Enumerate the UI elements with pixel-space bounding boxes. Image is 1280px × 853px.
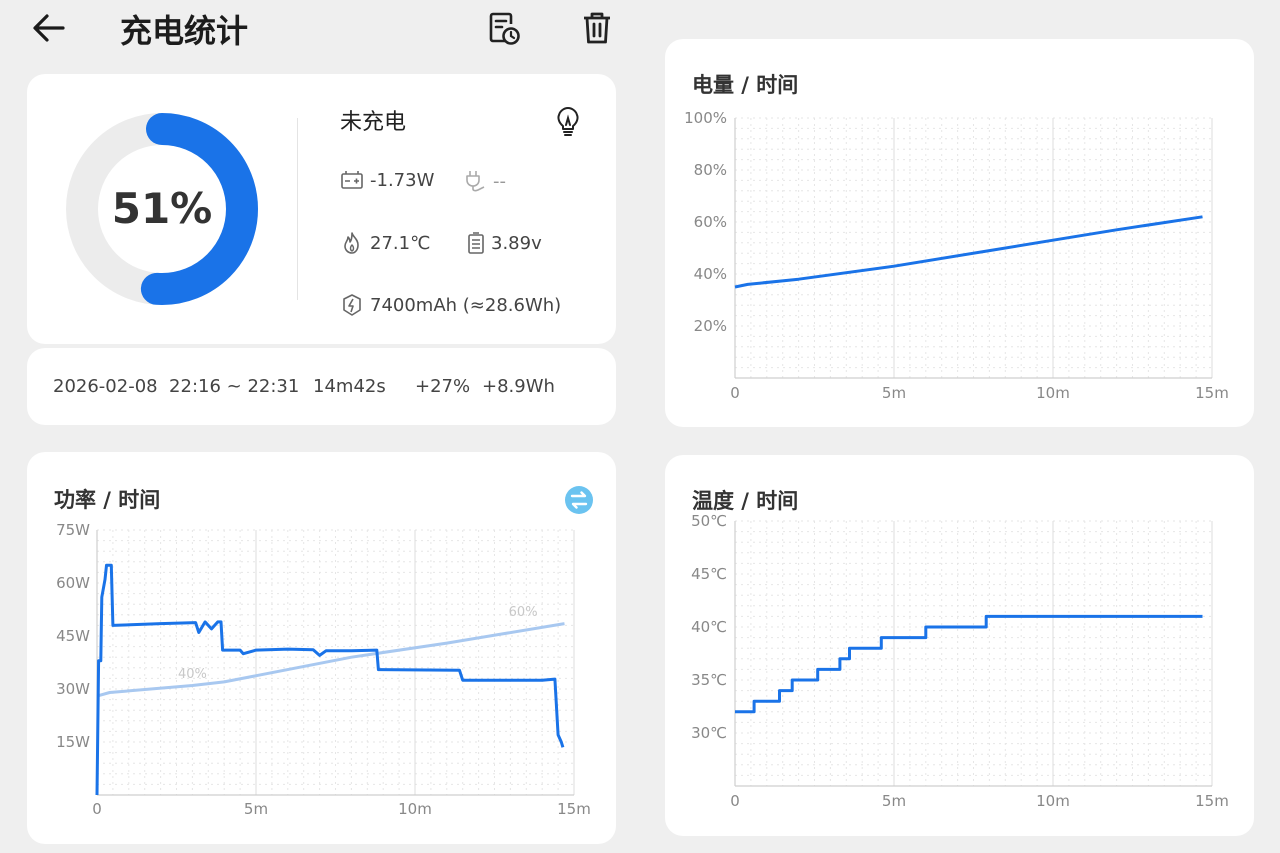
voltage-value: 3.89v — [491, 232, 542, 254]
arrow-left-icon — [33, 14, 65, 42]
x-tick-label: 0 — [92, 800, 102, 818]
delete-button[interactable] — [576, 8, 618, 48]
session-energy-gain: +8.9Wh — [482, 376, 555, 397]
divider — [297, 118, 298, 300]
y-tick-label: 50℃ — [691, 512, 727, 530]
y-tick-label: 15W — [56, 733, 90, 751]
x-tick-label: 5m — [244, 800, 268, 818]
power-chart: 75W 60W 45W 30W 15W 0 5m 10m 15m 40% 60% — [56, 521, 591, 818]
battery-chart: 100% 80% 60% 40% 20% 0 5m 10m 15m — [684, 109, 1229, 402]
y-tick-label: 30℃ — [691, 724, 727, 742]
power-value: -1.73W — [370, 169, 435, 191]
history-button[interactable] — [482, 8, 524, 48]
overlay-percent-label: 40% — [178, 667, 207, 682]
series-line — [96, 622, 565, 698]
x-tick-label: 0 — [730, 384, 740, 402]
voltage-stat: 3.89v — [467, 231, 542, 255]
y-tick-label: 80% — [694, 161, 727, 179]
y-tick-label: 60W — [56, 574, 90, 592]
document-clock-icon — [489, 12, 520, 45]
y-tick-label: 40℃ — [691, 618, 727, 636]
y-tick-label: 30W — [56, 680, 90, 698]
capacity-icon — [343, 294, 361, 316]
x-tick-label: 10m — [398, 800, 432, 818]
overlay-percent-label: 60% — [509, 605, 538, 620]
session-percent-gain: +27% — [415, 376, 471, 397]
charging-status: 未充电 — [340, 110, 407, 135]
y-tick-label: 45℃ — [691, 565, 727, 583]
x-tick-label: 5m — [882, 384, 906, 402]
x-tick-label: 15m — [557, 800, 591, 818]
temperature-stat: 27.1℃ — [340, 231, 430, 255]
x-tick-label: 0 — [730, 792, 740, 810]
page-title: 充电统计 — [120, 12, 249, 50]
session-summary-card[interactable]: 2026-02-08 22:16 ~ 22:31 14m42s +27% +8.… — [27, 348, 616, 425]
flame-icon — [344, 232, 359, 254]
session-duration: 14m42s — [313, 376, 386, 397]
x-tick-label: 5m — [882, 792, 906, 810]
series-line — [95, 563, 565, 796]
battery-summary-card: 51% 未充电 -1.73W -- 27.1℃ 3.89v 7400mAh (≈… — [27, 74, 616, 344]
capacity-value: 7400mAh (≈28.6Wh) — [370, 294, 562, 316]
x-tick-label: 15m — [1195, 792, 1229, 810]
battery-chart-card: 电量 / 时间 100% 80% 60% 40% 20% 0 5m 10m 15m — [665, 39, 1254, 427]
y-tick-label: 40% — [694, 265, 727, 283]
battery-power-icon — [341, 171, 363, 189]
temperature-chart: 50℃ 45℃ 40℃ 35℃ 30℃ 0 5m 10m 15m — [691, 512, 1229, 810]
x-tick-label: 10m — [1036, 384, 1070, 402]
tips-button[interactable] — [551, 104, 585, 138]
power-stat: -1.73W — [340, 169, 434, 191]
temperature-value: 27.1℃ — [370, 232, 431, 254]
trash-icon — [584, 12, 610, 44]
x-tick-label: 10m — [1036, 792, 1070, 810]
y-tick-label: 100% — [684, 109, 727, 127]
lightbulb-icon — [557, 107, 579, 136]
capacity-stat: 7400mAh (≈28.6Wh) — [340, 293, 561, 317]
temperature-chart-card: 温度 / 时间 50℃ 45℃ 40℃ 35℃ 30℃ 0 5m 10m 15m — [665, 455, 1254, 836]
session-date-range: 2026-02-08 22:16 ~ 22:31 — [53, 376, 300, 397]
y-tick-label: 60% — [694, 213, 727, 231]
y-tick-label: 45W — [56, 627, 90, 645]
back-button[interactable] — [28, 10, 68, 46]
x-tick-label: 15m — [1195, 384, 1229, 402]
y-tick-label: 75W — [56, 521, 90, 539]
y-tick-label: 20% — [694, 317, 727, 335]
battery-percent: 51% — [111, 184, 213, 233]
power-chart-card: 功率 / 时间 75W 60W 45W 30W 15W 0 5m 10m 15m 40% 60% — [27, 452, 616, 844]
plug-icon — [466, 171, 485, 192]
charger-stat: -- — [463, 169, 506, 193]
charger-value: -- — [493, 170, 506, 192]
y-tick-label: 35℃ — [691, 671, 727, 689]
battery-icon — [468, 232, 484, 254]
